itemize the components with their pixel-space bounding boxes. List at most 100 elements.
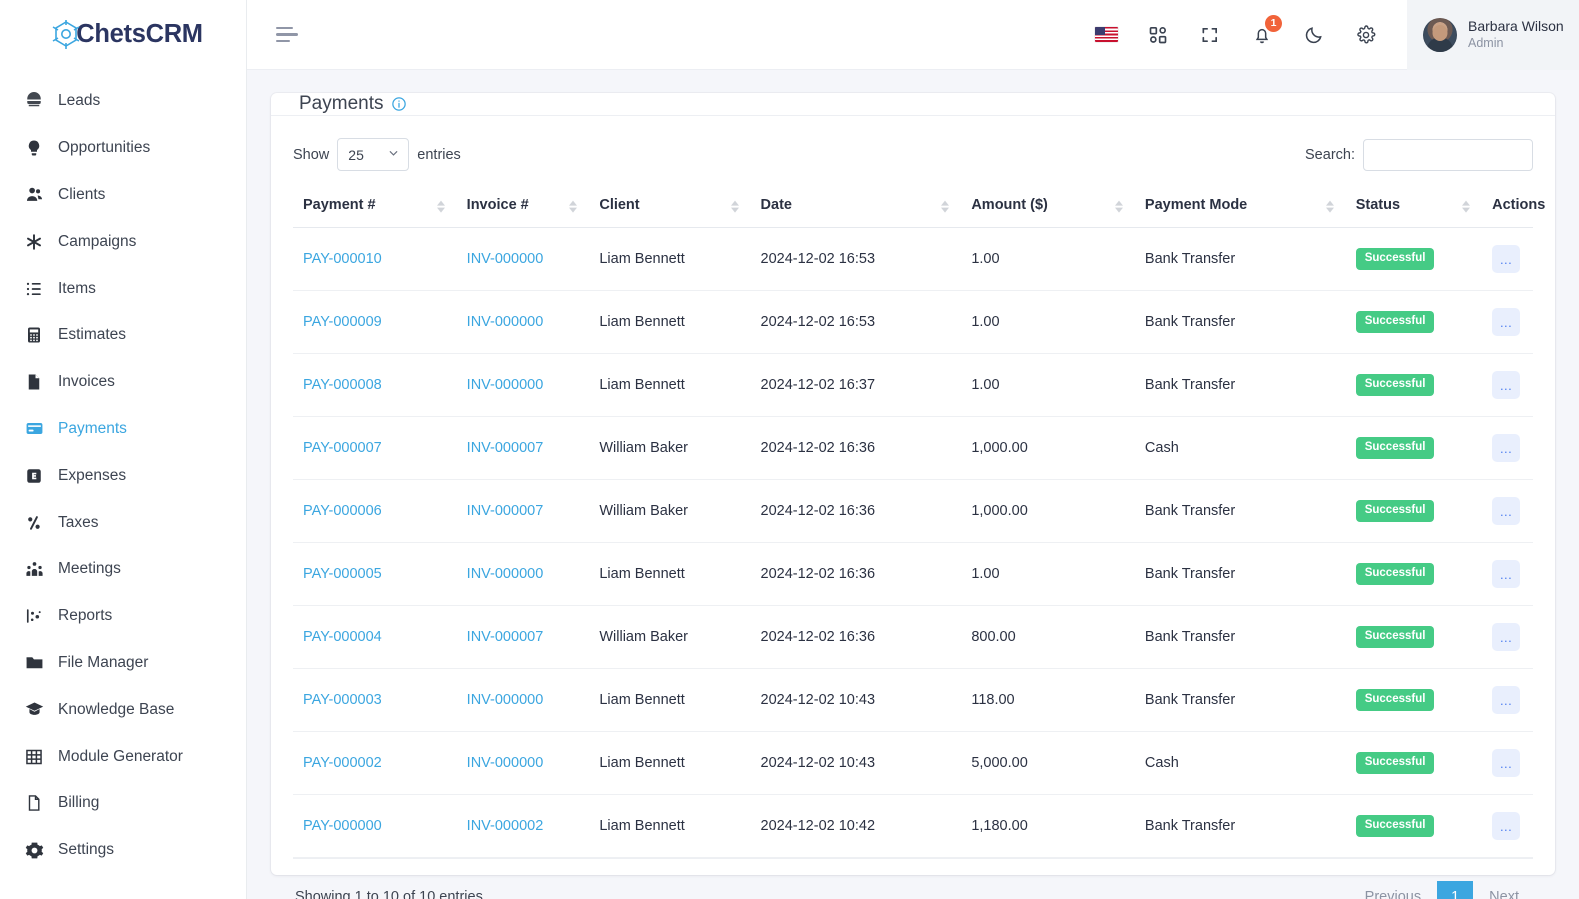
sidebar-item-invoices[interactable]: Invoices: [0, 359, 246, 406]
pagination: Previous 1 Next: [1353, 881, 1531, 899]
sidebar-item-taxes[interactable]: Taxes: [0, 499, 246, 546]
brand[interactable]: ChetsCRM: [0, 0, 246, 70]
app-root: ChetsCRM Leads Opportunities Clients Cam…: [0, 0, 1579, 899]
invoice-link[interactable]: INV-000000: [467, 251, 544, 267]
row-actions-button[interactable]: ...: [1492, 308, 1521, 336]
sidebar-item-estimates[interactable]: Estimates: [0, 312, 246, 359]
row-actions-button[interactable]: ...: [1492, 812, 1521, 840]
bell-icon[interactable]: 1: [1249, 14, 1282, 48]
sidebar-item-label: Meetings: [58, 560, 121, 578]
cell-payment-mode: Bank Transfer: [1134, 542, 1346, 606]
cell-amount: 1,000.00: [961, 416, 1135, 480]
payment-link[interactable]: PAY-000009: [303, 314, 382, 330]
sidebar-item-leads[interactable]: Leads: [0, 78, 246, 125]
expense-icon: [24, 466, 44, 486]
sidebar-item-label: Payments: [58, 419, 127, 437]
invoice-link[interactable]: INV-000007: [467, 440, 544, 456]
sidebar-item-file-manager[interactable]: File Manager: [0, 640, 246, 687]
column-header-date[interactable]: Date: [750, 185, 962, 228]
cell-payment: PAY-000002: [293, 731, 457, 795]
gear-icon[interactable]: [1353, 22, 1379, 48]
sidebar-item-label: Estimates: [58, 326, 127, 344]
row-actions-button[interactable]: ...: [1492, 623, 1521, 651]
cell-client: Liam Bennett: [589, 794, 751, 858]
sidebar-item-meetings[interactable]: Meetings: [0, 546, 246, 593]
column-header-amount[interactable]: Amount ($): [961, 185, 1135, 228]
row-actions-button[interactable]: ...: [1492, 497, 1521, 525]
invoice-link[interactable]: INV-000007: [467, 629, 544, 645]
payment-link[interactable]: PAY-000000: [303, 818, 382, 834]
payment-link[interactable]: PAY-000003: [303, 692, 382, 708]
cell-invoice: INV-000000: [456, 668, 590, 732]
cell-invoice: INV-000000: [456, 227, 590, 291]
table-head: Payment # Invoice # Client Date Amount (…: [293, 185, 1545, 228]
sidebar-item-knowledge-base[interactable]: Knowledge Base: [0, 686, 246, 733]
sidebar-item-settings[interactable]: Settings: [0, 827, 246, 874]
sidebar-item-billing[interactable]: Billing: [0, 780, 246, 827]
sidebar-item-module-generator[interactable]: Module Generator: [0, 733, 246, 780]
row-actions-button[interactable]: ...: [1492, 245, 1521, 273]
payment-link[interactable]: PAY-000006: [303, 503, 382, 519]
user-menu[interactable]: Barbara Wilson Admin: [1407, 0, 1579, 70]
sidebar-item-expenses[interactable]: Expenses: [0, 452, 246, 499]
status-badge: Successful: [1355, 500, 1435, 522]
cell-status: Successful: [1345, 605, 1483, 669]
payment-link[interactable]: PAY-000005: [303, 566, 382, 582]
apps-grid-icon[interactable]: [1145, 22, 1171, 48]
status-badge: Successful: [1355, 815, 1435, 837]
invoice-link[interactable]: INV-000000: [467, 377, 544, 393]
fullscreen-icon[interactable]: [1197, 22, 1223, 48]
row-actions-button[interactable]: ...: [1492, 749, 1521, 777]
sidebar-item-label: Leads: [58, 92, 101, 110]
hamburger-icon[interactable]: [276, 26, 302, 43]
entries-select[interactable]: 25: [337, 138, 410, 171]
sidebar-item-items[interactable]: Items: [0, 265, 246, 312]
moon-icon[interactable]: [1301, 22, 1327, 48]
table-row: PAY-000007 INV-000007 William Baker 2024-12…: [293, 416, 1533, 480]
payment-link[interactable]: PAY-000008: [303, 377, 382, 393]
payment-link[interactable]: PAY-000010: [303, 251, 382, 267]
sidebar-item-reports[interactable]: Reports: [0, 593, 246, 640]
row-actions-button[interactable]: ...: [1492, 371, 1521, 399]
column-header-client[interactable]: Client: [589, 185, 751, 228]
column-header-status[interactable]: Status: [1345, 185, 1483, 228]
invoice-link[interactable]: INV-000000: [467, 566, 544, 582]
sidebar-item-campaigns[interactable]: Campaigns: [0, 218, 246, 265]
row-actions-button[interactable]: ...: [1492, 434, 1521, 462]
search-input[interactable]: [1363, 138, 1533, 171]
cell-invoice: INV-000000: [456, 542, 590, 606]
table-footer: Showing 1 to 10 of 10 entries Previous 1…: [293, 858, 1533, 899]
invoice-link[interactable]: INV-000000: [467, 755, 544, 771]
pagination-previous[interactable]: Previous: [1353, 882, 1433, 899]
table-controls: Show 25 entries Search:: [293, 134, 1533, 185]
payment-link[interactable]: PAY-000002: [303, 755, 382, 771]
status-badge: Successful: [1355, 563, 1435, 585]
pagination-page-1[interactable]: 1: [1437, 881, 1474, 899]
sort-icon: [569, 200, 578, 213]
column-header-invoice[interactable]: Invoice #: [456, 185, 590, 228]
pagination-next[interactable]: Next: [1477, 882, 1531, 899]
payment-link[interactable]: PAY-000004: [303, 629, 382, 645]
cell-actions: ...: [1482, 416, 1533, 480]
invoice-link[interactable]: INV-000007: [467, 503, 544, 519]
cell-amount: 1.00: [961, 227, 1135, 291]
us-flag-icon[interactable]: [1093, 22, 1119, 48]
payment-link[interactable]: PAY-000007: [303, 440, 382, 456]
row-actions-button[interactable]: ...: [1492, 686, 1521, 714]
list-icon: [24, 279, 44, 299]
invoice-link[interactable]: INV-000002: [467, 818, 544, 834]
invoice-link[interactable]: INV-000000: [467, 692, 544, 708]
cell-client: Liam Bennett: [589, 668, 751, 732]
info-circle-icon[interactable]: [391, 96, 407, 112]
row-actions-button[interactable]: ...: [1492, 560, 1521, 588]
table-header-row: Payment # Invoice # Client Date Amount (…: [293, 185, 1545, 228]
sidebar-item-clients[interactable]: Clients: [0, 172, 246, 219]
sidebar-item-opportunities[interactable]: Opportunities: [0, 125, 246, 172]
sidebar-item-label: Settings: [58, 841, 115, 859]
invoice-link[interactable]: INV-000000: [467, 314, 544, 330]
status-badge: Successful: [1355, 311, 1435, 333]
column-header-payment-mode[interactable]: Payment Mode: [1134, 185, 1346, 228]
gear-icon: [24, 840, 44, 860]
sidebar-item-payments[interactable]: Payments: [0, 406, 246, 453]
column-header-payment[interactable]: Payment #: [293, 185, 457, 228]
